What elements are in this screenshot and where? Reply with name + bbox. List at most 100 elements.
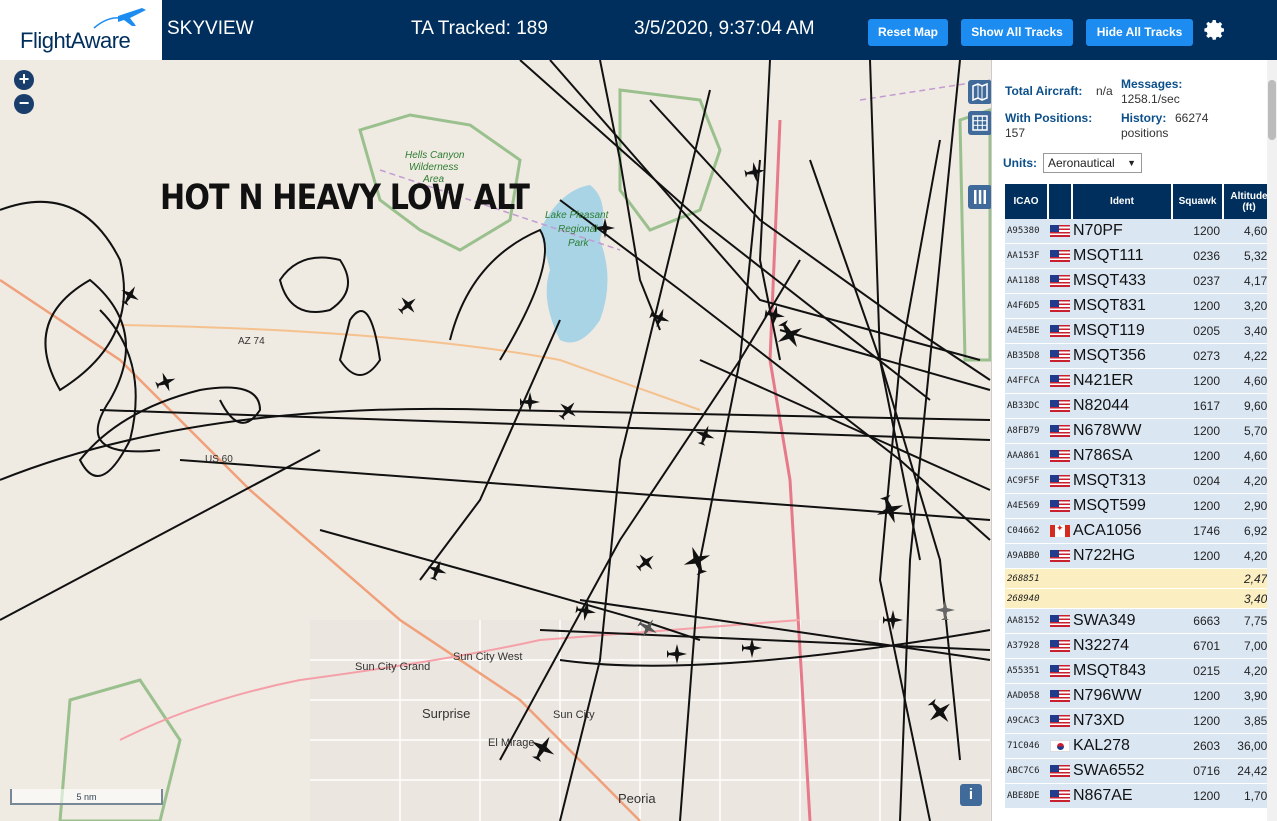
icao-cell: A9CAC3 bbox=[1007, 716, 1040, 726]
units-select[interactable]: Aeronautical ▼ bbox=[1043, 153, 1142, 173]
place-label: El Mirage bbox=[488, 737, 534, 749]
table-row[interactable]: AA1188 MSQT433 0237 4,175 bbox=[1005, 269, 1277, 294]
ident-cell: N70PF bbox=[1073, 222, 1123, 239]
scrollbar-thumb[interactable] bbox=[1268, 80, 1276, 140]
chevron-down-icon: ▼ bbox=[1127, 158, 1136, 168]
table-row[interactable]: AAA861 N786SA 1200 4,600 bbox=[1005, 444, 1277, 469]
table-row[interactable]: C04662ACA105617466,925 bbox=[1005, 519, 1277, 544]
icao-cell: 71C046 bbox=[1007, 741, 1040, 751]
grid-toggle-button[interactable] bbox=[968, 111, 992, 135]
map-layers-button[interactable] bbox=[968, 80, 992, 104]
table-row[interactable]: 268940 3,400 bbox=[1005, 589, 1277, 609]
messages-label: Messages: bbox=[1121, 77, 1183, 91]
table-row[interactable]: A4FFCA N421ER 1200 4,600 bbox=[1005, 369, 1277, 394]
history-value: 66274 bbox=[1175, 111, 1209, 125]
flag-cell bbox=[1047, 550, 1073, 562]
icao-cell: 268940 bbox=[1007, 593, 1040, 604]
table-row[interactable]: A37928 N32274 6701 7,000 bbox=[1005, 634, 1277, 659]
table-row[interactable]: AB35D8 MSQT356 0273 4,225 bbox=[1005, 344, 1277, 369]
ident-cell: N32274 bbox=[1073, 637, 1130, 654]
ident-cell: N73XD bbox=[1073, 712, 1125, 729]
ident-cell: N421ER bbox=[1073, 372, 1134, 389]
place-label: Lake Pleasant bbox=[545, 210, 610, 221]
flag-cell bbox=[1047, 765, 1073, 777]
table-row[interactable]: A8FB79 N678WW 1200 5,700 bbox=[1005, 419, 1277, 444]
logo-text: FlightAware bbox=[20, 28, 131, 53]
flag-cell bbox=[1047, 665, 1073, 677]
flag-cell bbox=[1047, 525, 1073, 537]
hide-all-tracks-button[interactable]: Hide All Tracks bbox=[1086, 19, 1193, 46]
table-row[interactable]: A4E569 MSQT599 1200 2,900 bbox=[1005, 494, 1277, 519]
flag-cell bbox=[1047, 475, 1073, 487]
history-label: History: bbox=[1121, 111, 1167, 125]
table-row[interactable]: A9CAC3 N73XD 1200 3,850 bbox=[1005, 709, 1277, 734]
table-row[interactable]: AAD058 N796WW 1200 3,900 bbox=[1005, 684, 1277, 709]
table-row[interactable]: 268851 2,475 bbox=[1005, 569, 1277, 589]
table-row[interactable]: A95380 N70PF 1200 4,600 bbox=[1005, 219, 1277, 244]
table-row[interactable]: AA153F MSQT111 0236 5,325 bbox=[1005, 244, 1277, 269]
flag-us-icon bbox=[1050, 550, 1070, 562]
flag-us-icon bbox=[1050, 400, 1070, 412]
icao-cell: AA153F bbox=[1007, 251, 1040, 261]
units-value: Aeronautical bbox=[1048, 156, 1115, 170]
flag-cell bbox=[1047, 375, 1073, 387]
icao-cell: AB35D8 bbox=[1007, 351, 1040, 361]
zoom-in-button[interactable]: + bbox=[14, 70, 34, 90]
table-row[interactable]: AC9F5F MSQT313 0204 4,200 bbox=[1005, 469, 1277, 494]
flag-us-icon bbox=[1050, 640, 1070, 652]
icao-cell: AAD058 bbox=[1007, 691, 1040, 701]
squawk-cell: 0237 bbox=[1193, 274, 1220, 288]
place-label: Park bbox=[568, 238, 590, 249]
columns-toggle-button[interactable] bbox=[968, 185, 992, 209]
icao-cell: A4F6D5 bbox=[1007, 301, 1040, 311]
flag-cell bbox=[1047, 715, 1073, 727]
place-label: Sun City bbox=[553, 709, 595, 721]
flag-cell bbox=[1047, 690, 1073, 702]
squawk-cell: 0204 bbox=[1193, 474, 1220, 488]
table-row[interactable]: A9ABB0 N722HG 1200 4,200 bbox=[1005, 544, 1277, 569]
flag-cell bbox=[1047, 790, 1073, 802]
zoom-out-button[interactable]: − bbox=[14, 94, 34, 114]
messages-value: 1258.1/sec bbox=[1121, 92, 1180, 106]
table-row[interactable]: A4E5BE MSQT119 0205 3,400 bbox=[1005, 319, 1277, 344]
icao-cell: A37928 bbox=[1007, 641, 1040, 651]
ident-cell: MSQT599 bbox=[1073, 497, 1146, 514]
ident-cell: MSQT843 bbox=[1073, 662, 1146, 679]
table-row[interactable]: 71C046 KAL278 2603 36,000 bbox=[1005, 734, 1277, 759]
ident-cell: MSQT111 bbox=[1073, 247, 1144, 264]
col-ident[interactable]: Ident bbox=[1073, 184, 1171, 219]
gear-icon[interactable] bbox=[1203, 18, 1227, 42]
road-label: AZ 74 bbox=[238, 336, 265, 347]
squawk-cell: 1200 bbox=[1193, 374, 1220, 388]
datetime: 3/5/2020, 9:37:04 AM bbox=[634, 18, 815, 39]
icao-cell: A4FFCA bbox=[1007, 376, 1040, 386]
table-row[interactable]: AA8152 SWA349 6663 7,750 bbox=[1005, 609, 1277, 634]
flightaware-logo[interactable]: FlightAware bbox=[0, 0, 162, 60]
park-boundary bbox=[958, 107, 992, 362]
col-flag[interactable] bbox=[1049, 184, 1071, 219]
info-button[interactable]: i bbox=[960, 784, 982, 806]
history-unit: positions bbox=[1121, 126, 1169, 140]
icao-cell: C04662 bbox=[1007, 526, 1040, 536]
flag-us-icon bbox=[1050, 475, 1070, 487]
ident-cell: N678WW bbox=[1073, 422, 1142, 439]
table-row[interactable]: AB33DC N82044 1617 9,600 bbox=[1005, 394, 1277, 419]
flag-cell bbox=[1047, 225, 1073, 237]
table-row[interactable]: A55351 MSQT843 0215 4,200 bbox=[1005, 659, 1277, 684]
table-row[interactable]: ABC7C6 SWA6552 0716 24,425 bbox=[1005, 759, 1277, 784]
squawk-cell: 0273 bbox=[1193, 349, 1220, 363]
ident-cell: N867AE bbox=[1073, 787, 1133, 804]
place-label: Surprise bbox=[422, 706, 470, 721]
panel-scrollbar[interactable] bbox=[1267, 60, 1277, 821]
reset-map-button[interactable]: Reset Map bbox=[868, 19, 948, 46]
lake bbox=[540, 185, 608, 343]
table-row[interactable]: A4F6D5 MSQT831 1200 3,200 bbox=[1005, 294, 1277, 319]
show-all-tracks-button[interactable]: Show All Tracks bbox=[961, 19, 1073, 46]
table-row[interactable]: ABE8DE N867AE 1200 1,700 bbox=[1005, 784, 1277, 809]
ident-cell: N796WW bbox=[1073, 687, 1142, 704]
col-icao[interactable]: ICAO bbox=[1005, 184, 1047, 219]
col-squawk[interactable]: Squawk bbox=[1173, 184, 1222, 219]
icao-cell: 268851 bbox=[1007, 573, 1040, 584]
with-positions-label: With Positions: bbox=[1005, 111, 1093, 125]
squawk-cell: 1200 bbox=[1193, 424, 1220, 438]
